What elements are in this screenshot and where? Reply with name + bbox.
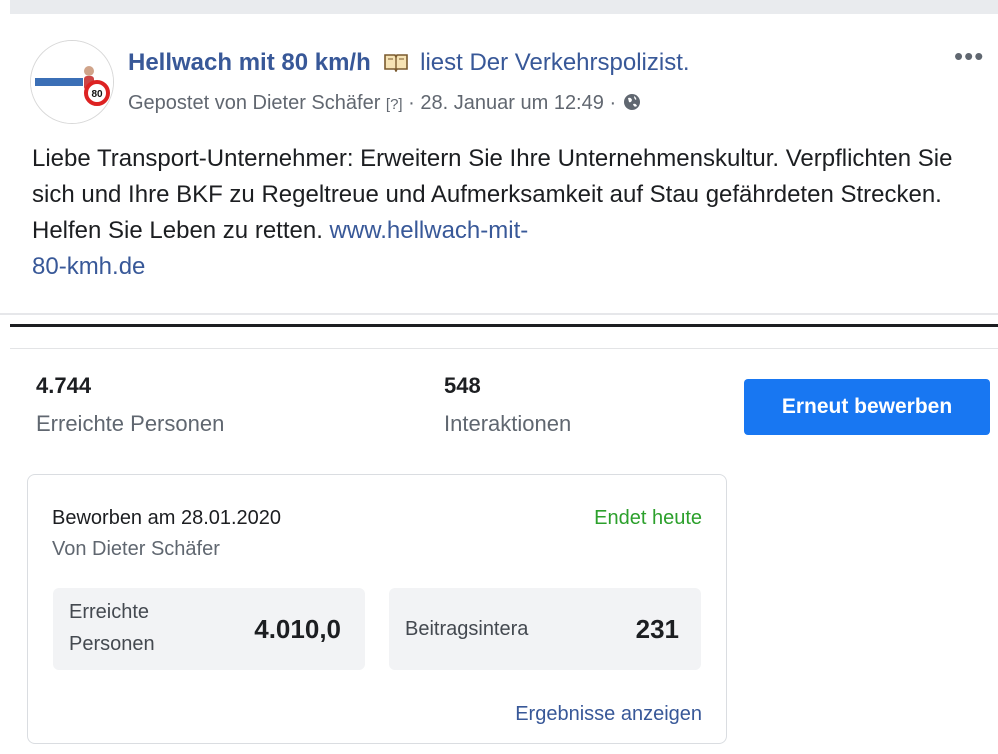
posted-by: Gepostet von Dieter Schäfer: [128, 92, 381, 114]
open-book-icon: [383, 51, 409, 73]
interactions-label: Interaktionen: [444, 411, 572, 436]
section-divider-dark: [10, 324, 998, 327]
help-marker[interactable]: [?]: [386, 96, 403, 113]
reach-metric: Erreichte Personen 4.010,0: [53, 588, 365, 670]
reach-metric-label-line1: Erreichte: [69, 601, 150, 623]
post-date[interactable]: 28. Januar um 12:49: [420, 92, 603, 114]
reach-metric-value: 4.010,0: [254, 614, 341, 644]
reach-metric-label-line2: Personen: [69, 633, 155, 655]
more-options-icon[interactable]: •••: [954, 43, 984, 69]
interactions-metric: Beitragsintera 231: [389, 588, 701, 670]
interactions-value: 548: [444, 373, 481, 398]
status-badge: Endet heute: [594, 507, 702, 529]
post-header: Hellwach mit 80 km/h liest Der Verkehrsp…: [128, 49, 690, 77]
meta-separator: ·: [408, 92, 415, 114]
view-results-link[interactable]: Ergebnisse anzeigen: [515, 703, 702, 726]
reach-value: 4.744: [36, 373, 92, 398]
top-divider: [10, 0, 998, 14]
post-body: Liebe Transport-Unternehmer: Erweitern S…: [32, 141, 982, 285]
reach-label: Erreichte Personen: [36, 411, 225, 436]
promotion-author: Von Dieter Schäfer: [52, 538, 220, 560]
page-avatar[interactable]: 80: [30, 40, 114, 124]
logo-icon: 80: [31, 41, 113, 123]
post-meta: Gepostet von Dieter Schäfer [?] · 28. Ja…: [128, 92, 642, 115]
svg-text:80: 80: [91, 89, 103, 100]
meta-separator-2: ·: [609, 92, 617, 114]
post-link-line2[interactable]: 80-kmh.de: [32, 253, 145, 280]
page-name-link[interactable]: Hellwach mit 80 km/h: [128, 49, 371, 76]
globe-icon[interactable]: [622, 92, 642, 112]
interactions-metric-label: Beitragsintera: [405, 618, 529, 640]
section-divider-light: [10, 348, 998, 349]
section-divider: [0, 313, 998, 315]
promotion-title: Beworben am 28.01.2020: [52, 507, 282, 529]
interactions-metric-value: 231: [635, 614, 679, 644]
promotion-card: Beworben am 28.01.2020 Von Dieter Schäfe…: [27, 474, 727, 744]
activity-text[interactable]: liest Der Verkehrspolizist.: [420, 49, 689, 76]
boost-again-button[interactable]: Erneut bewerben: [744, 379, 990, 435]
post-link-line1[interactable]: www.hellwach-mit-: [330, 217, 529, 244]
